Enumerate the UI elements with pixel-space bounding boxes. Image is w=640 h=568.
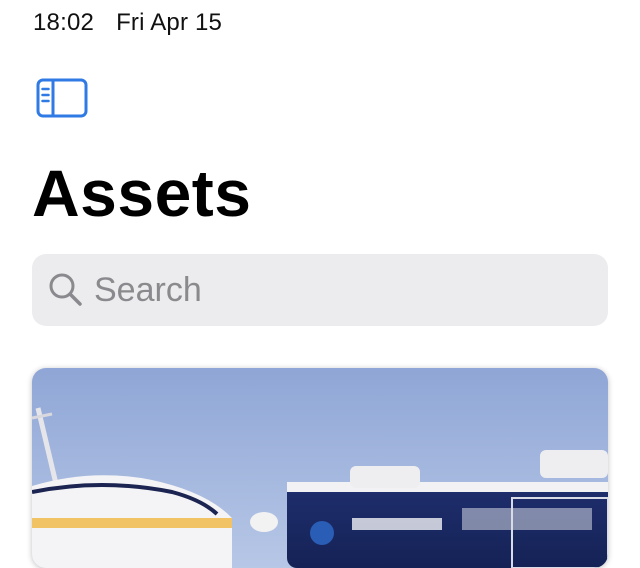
status-date: Fri Apr 15	[116, 9, 223, 36]
page-title: Assets	[32, 156, 252, 230]
search-input[interactable]	[94, 265, 574, 315]
asset-card[interactable]	[32, 368, 608, 568]
status-time: 18:02	[33, 9, 95, 36]
status-bar: 18:02 Fri Apr 15	[33, 9, 222, 37]
asset-thumbnail-image	[32, 368, 608, 568]
sidebar-toggle-button[interactable]	[36, 78, 90, 120]
search-bar[interactable]	[32, 254, 608, 326]
sidebar-left-icon	[36, 78, 88, 118]
search-icon	[46, 270, 86, 310]
